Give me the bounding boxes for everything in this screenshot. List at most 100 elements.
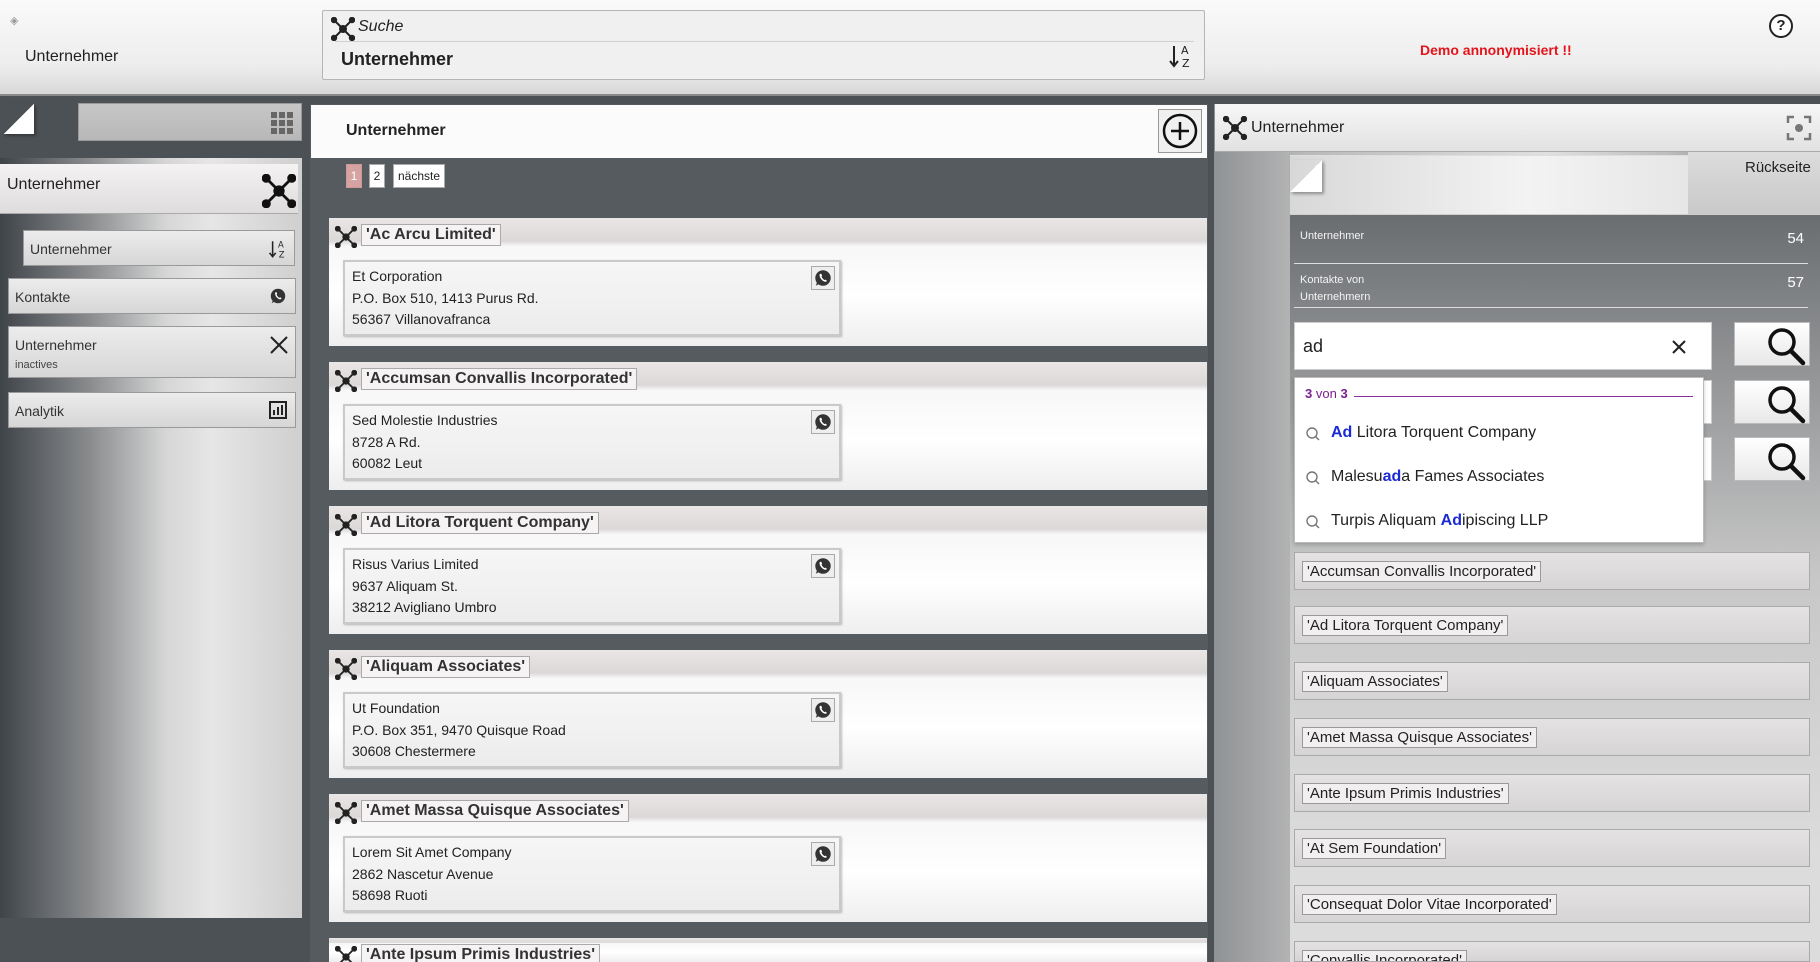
list-item[interactable]: 'Aliquam Associates'	[1294, 662, 1810, 700]
result-card[interactable]: 'Ac Arcu Limited' Et Corporation P.O. Bo…	[329, 218, 1207, 346]
pager-page-2[interactable]: 2	[369, 164, 385, 188]
card-title[interactable]: 'Ad Litora Torquent Company'	[361, 512, 599, 534]
svg-text:A: A	[1181, 44, 1189, 57]
network-icon[interactable]	[335, 514, 357, 536]
network-icon[interactable]	[335, 226, 357, 248]
card-address: Sed Molestie Industries 8728 A Rd. 60082…	[343, 404, 841, 480]
back-toggle[interactable]	[1290, 160, 1322, 192]
search-button[interactable]	[1734, 322, 1810, 366]
list-item[interactable]: 'Accumsan Convallis Incorporated'	[1294, 552, 1810, 590]
whatsapp-icon[interactable]	[811, 698, 835, 722]
network-icon[interactable]	[1223, 116, 1247, 140]
search-icon	[1305, 514, 1321, 530]
list-item[interactable]: 'Amet Massa Quisque Associates'	[1294, 718, 1810, 756]
result-card[interactable]: 'Ante Ipsum Primis Industries'	[329, 938, 1207, 962]
app-logo-icon[interactable]: ◈	[10, 14, 24, 28]
network-icon[interactable]	[335, 802, 357, 824]
suggestion-match: Ad	[1440, 512, 1462, 529]
help-button[interactable]: ?	[1769, 14, 1793, 38]
stat-row[interactable]: Kontakte von Unternehmern 57	[1294, 268, 1808, 308]
card-title[interactable]: 'Ante Ipsum Primis Industries'	[361, 944, 600, 962]
list-item[interactable]: 'Convallis Incorporated'	[1294, 941, 1810, 962]
card-title[interactable]: 'Accumsan Convallis Incorporated'	[361, 368, 638, 390]
whatsapp-icon[interactable]	[811, 842, 835, 866]
suggestion-post: a Fames Associates	[1401, 468, 1545, 485]
sidebar-item-analytik[interactable]: Analytik	[8, 392, 296, 428]
network-icon[interactable]	[335, 658, 357, 680]
collapse-toggle[interactable]	[4, 104, 34, 134]
address-line: Risus Varius Limited	[352, 556, 479, 572]
whatsapp-icon	[269, 287, 289, 307]
list-item-label[interactable]: 'Ante Ipsum Primis Industries'	[1302, 783, 1509, 804]
sidebar-title: Unternehmer	[7, 176, 101, 193]
network-icon[interactable]	[262, 174, 296, 208]
suggestion-text: Turpis Aliquam Adipiscing LLP	[1331, 512, 1548, 530]
list-item-label[interactable]: 'Aliquam Associates'	[1302, 671, 1448, 692]
svg-text:Z: Z	[1182, 57, 1190, 69]
back-button[interactable]: Rückseite	[1688, 152, 1820, 214]
focus-icon[interactable]	[1786, 115, 1812, 141]
list-item-label[interactable]: 'Amet Massa Quisque Associates'	[1302, 727, 1537, 748]
list-item[interactable]: 'Consequat Dolor Vitae Incorporated'	[1294, 885, 1810, 923]
match-count-of: von	[1315, 386, 1337, 401]
search-input[interactable]	[1295, 323, 1655, 369]
pager-next[interactable]: nächste	[393, 164, 445, 188]
clear-icon[interactable]	[1671, 339, 1687, 355]
result-card[interactable]: 'Ad Litora Torquent Company' Risus Variu…	[329, 506, 1207, 634]
list-item[interactable]: 'Ad Litora Torquent Company'	[1294, 606, 1810, 644]
result-card[interactable]: 'Aliquam Associates' Ut Foundation P.O. …	[329, 650, 1207, 778]
result-card[interactable]: 'Accumsan Convallis Incorporated' Sed Mo…	[329, 362, 1207, 490]
card-title[interactable]: 'Amet Massa Quisque Associates'	[361, 800, 629, 822]
svg-text:Z: Z	[279, 249, 285, 259]
list-item-label[interactable]: 'Accumsan Convallis Incorporated'	[1302, 561, 1542, 582]
add-button[interactable]	[1158, 109, 1202, 153]
divider	[1305, 396, 1693, 397]
list-item-label[interactable]: 'Consequat Dolor Vitae Incorporated'	[1302, 894, 1557, 915]
whatsapp-icon[interactable]	[811, 266, 835, 290]
suggestion-match: Ad	[1331, 424, 1353, 441]
list-item-label[interactable]: 'Convallis Incorporated'	[1302, 950, 1467, 961]
sidebar-item-unternehmer-inactives[interactable]: Unternehmer inactives	[8, 326, 296, 378]
search-button[interactable]	[1734, 437, 1810, 481]
close-icon	[269, 335, 289, 355]
sort-az-icon[interactable]: AZ	[1168, 43, 1194, 69]
whatsapp-icon[interactable]	[811, 410, 835, 434]
card-title[interactable]: 'Aliquam Associates'	[361, 656, 531, 678]
search-field[interactable]	[1294, 322, 1712, 370]
stat-row[interactable]: Unternehmer 54	[1294, 224, 1808, 264]
suggestion-post: ipiscing LLP	[1462, 512, 1549, 529]
list-item-label[interactable]: 'At Sem Foundation'	[1302, 838, 1447, 859]
result-card[interactable]: 'Amet Massa Quisque Associates' Lorem Si…	[329, 794, 1207, 922]
list-item[interactable]: 'Ante Ipsum Primis Industries'	[1294, 774, 1810, 812]
search-label: Suche	[358, 18, 404, 35]
apps-menu[interactable]	[78, 103, 302, 141]
search-icon	[1305, 426, 1321, 442]
pager-page-1[interactable]: 1	[346, 164, 362, 188]
divider	[335, 41, 1194, 42]
search-button[interactable]	[1734, 380, 1810, 424]
address-line: P.O. Box 351, 9470 Quisque Road	[352, 721, 566, 738]
sidebar-item-kontakte[interactable]: Kontakte	[8, 278, 296, 314]
search-value[interactable]: Unternehmer	[341, 49, 453, 70]
sidebar-item-sublabel: inactives	[15, 359, 58, 371]
svg-text:A: A	[278, 239, 284, 249]
search-icon	[1305, 470, 1321, 486]
match-count-total: 3	[1340, 386, 1348, 401]
network-icon[interactable]	[335, 946, 357, 962]
whatsapp-icon[interactable]	[811, 554, 835, 578]
address-line: P.O. Box 510, 1413 Purus Rd.	[352, 289, 539, 306]
grid-icon[interactable]	[271, 112, 293, 134]
global-search-box[interactable]: Suche Unternehmer AZ	[322, 10, 1205, 80]
address-line: 30608 Chestermere	[352, 743, 476, 759]
card-title[interactable]: 'Ac Arcu Limited'	[361, 224, 501, 246]
suggestion-post: Litora Torquent Company	[1352, 424, 1537, 441]
list-item[interactable]: 'At Sem Foundation'	[1294, 829, 1810, 867]
sidebar-item-unternehmer-sorted[interactable]: Unternehmer AZ	[23, 230, 295, 266]
sidebar-item-label: Kontakte	[15, 289, 71, 305]
sidebar-header: Unternehmer	[0, 164, 298, 214]
network-icon[interactable]	[335, 370, 357, 392]
detail-title: Unternehmer	[1251, 119, 1345, 136]
address-line: 60082 Leut	[352, 455, 423, 471]
address-line: 9637 Aliquam St.	[352, 577, 458, 594]
list-item-label[interactable]: 'Ad Litora Torquent Company'	[1302, 615, 1509, 636]
